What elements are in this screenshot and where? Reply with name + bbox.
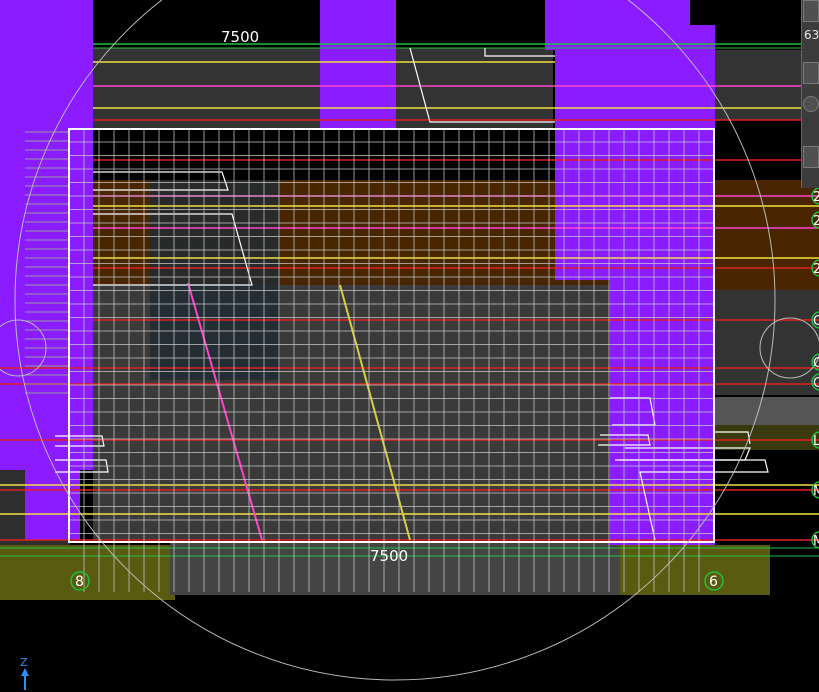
svg-text:2: 2 xyxy=(813,262,819,277)
view-toolbar: 63 xyxy=(801,0,819,188)
toolbar-button[interactable] xyxy=(803,62,819,84)
svg-text:2: 2 xyxy=(813,214,819,229)
svg-text:C: C xyxy=(813,314,819,329)
svg-text:8: 8 xyxy=(75,574,84,590)
base-olive-left xyxy=(0,545,175,600)
slab-right-gray xyxy=(715,397,819,425)
svg-text:M: M xyxy=(813,484,819,499)
ucs-icon: Z xyxy=(16,656,36,692)
svg-text:2: 2 xyxy=(813,190,819,205)
base-olive-right xyxy=(620,545,770,595)
svg-text:C: C xyxy=(813,356,819,371)
column xyxy=(555,50,610,280)
column xyxy=(320,0,396,130)
dimension-top: 7500 xyxy=(221,28,259,46)
toolbar-value: 63 xyxy=(804,28,819,42)
svg-text:M: M xyxy=(813,534,819,549)
toolbar-button[interactable] xyxy=(803,146,819,168)
cad-viewport[interactable]: 7500 7500 8 6 2 2 2 C C C L M M xyxy=(0,0,819,692)
toolbar-button[interactable] xyxy=(803,0,819,22)
svg-text:C: C xyxy=(813,376,819,391)
orbit-icon[interactable] xyxy=(803,96,819,112)
svg-text:L: L xyxy=(813,434,819,449)
svg-text:6: 6 xyxy=(709,574,718,590)
slab-right-olive xyxy=(715,425,819,450)
dimension-bottom: 7500 xyxy=(370,547,408,565)
